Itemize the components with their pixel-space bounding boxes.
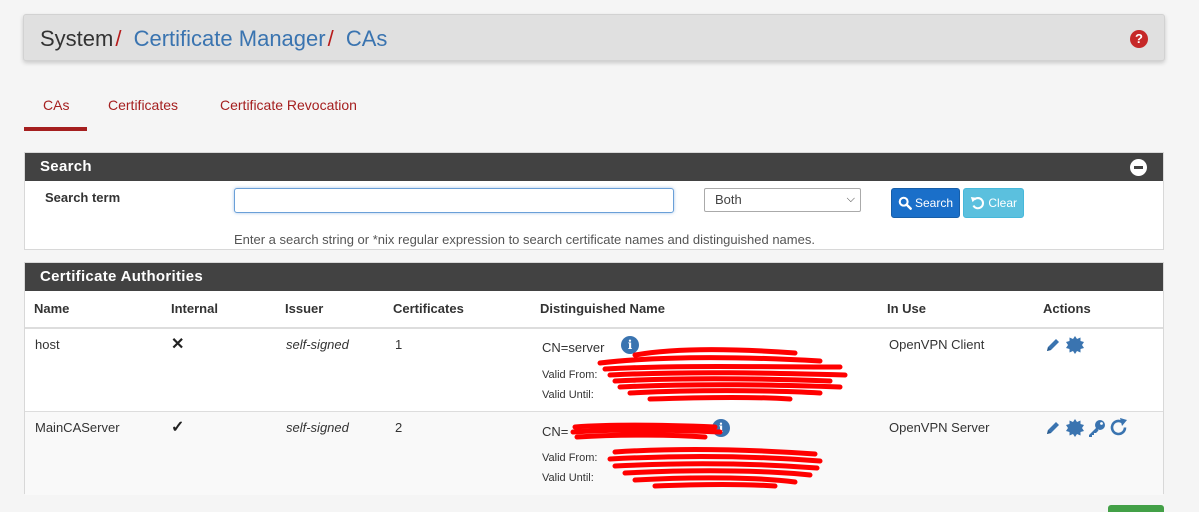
export-icon[interactable] [1065,418,1085,443]
ca-panel: Certificate Authorities Name Internal Is… [24,262,1164,495]
breadcrumb-bar: System/ Certificate Manager/ CAs ? [23,14,1165,61]
search-input[interactable] [234,188,674,213]
column-header-internal[interactable]: Internal [171,301,218,316]
check-icon: ✓ [171,419,185,436]
ca-valid-until: Valid Until: [542,389,594,401]
add-button-edge[interactable] [1108,505,1164,512]
redaction-scribble [570,422,723,440]
key-icon[interactable] [1087,419,1106,443]
breadcrumb-separator: / [327,26,334,51]
redaction-scribble [607,447,823,489]
search-panel-title: Search [40,158,92,175]
breadcrumb-separator: / [115,26,122,51]
ca-valid-from: Valid From: [542,452,598,464]
breadcrumb-system: System [40,26,114,51]
redaction-scribble [597,347,848,402]
search-button-label: Search [914,196,953,210]
breadcrumb-cas[interactable]: CAs [346,26,388,51]
search-help-text: Enter a search string or *nix regular ex… [234,232,815,247]
undo-icon [970,197,984,210]
clear-button[interactable]: Clear [963,188,1024,218]
search-scope-select[interactable]: Both ⌵ [704,188,861,212]
ca-issuer: self-signed [286,337,349,352]
ca-panel-title: Certificate Authorities [40,268,204,285]
ca-panel-header: Certificate Authorities [25,263,1163,291]
cross-icon: ✕ [171,336,185,353]
column-header-in-use[interactable]: In Use [887,301,926,316]
breadcrumb: System/ Certificate Manager/ CAs [40,26,387,52]
chevron-down-icon: ⌵ [846,193,855,205]
search-icon [898,196,912,210]
search-panel: Search Search term Both ⌵ Search Clear E… [24,152,1164,250]
search-button[interactable]: Search [891,188,960,218]
ca-certificate-count: 1 [395,337,403,352]
ca-certificate-count: 2 [395,420,403,435]
collapse-icon[interactable] [1130,159,1147,176]
tab-certificates[interactable]: Certificates [108,97,178,113]
ca-in-use: OpenVPN Server [889,420,990,435]
active-tab-indicator [24,127,87,131]
ca-in-use: OpenVPN Client [889,337,985,352]
tab-cas[interactable]: CAs [43,97,69,113]
ca-issuer: self-signed [286,420,349,435]
column-header-distinguished-name[interactable]: Distinguished Name [540,301,665,316]
tab-certificate-revocation[interactable]: Certificate Revocation [220,97,357,113]
column-header-certificates[interactable]: Certificates [393,301,464,316]
export-icon[interactable] [1065,335,1085,360]
breadcrumb-certificate-manager[interactable]: Certificate Manager [134,26,326,51]
edit-icon[interactable] [1044,336,1062,359]
column-header-actions: Actions [1043,301,1091,316]
ca-name: host [35,337,60,352]
ca-name: MainCAServer [35,420,120,435]
search-term-label: Search term [45,190,121,205]
header-divider [25,327,1163,329]
clear-button-label: Clear [988,196,1017,210]
reissue-icon[interactable] [1109,418,1129,443]
column-header-issuer[interactable]: Issuer [285,301,323,316]
edit-icon[interactable] [1044,419,1062,442]
ca-valid-until: Valid Until: [542,472,594,484]
column-header-name[interactable]: Name [34,301,69,316]
help-icon[interactable]: ? [1130,30,1148,48]
search-scope-value: Both [715,192,742,207]
search-panel-header: Search [25,153,1163,181]
